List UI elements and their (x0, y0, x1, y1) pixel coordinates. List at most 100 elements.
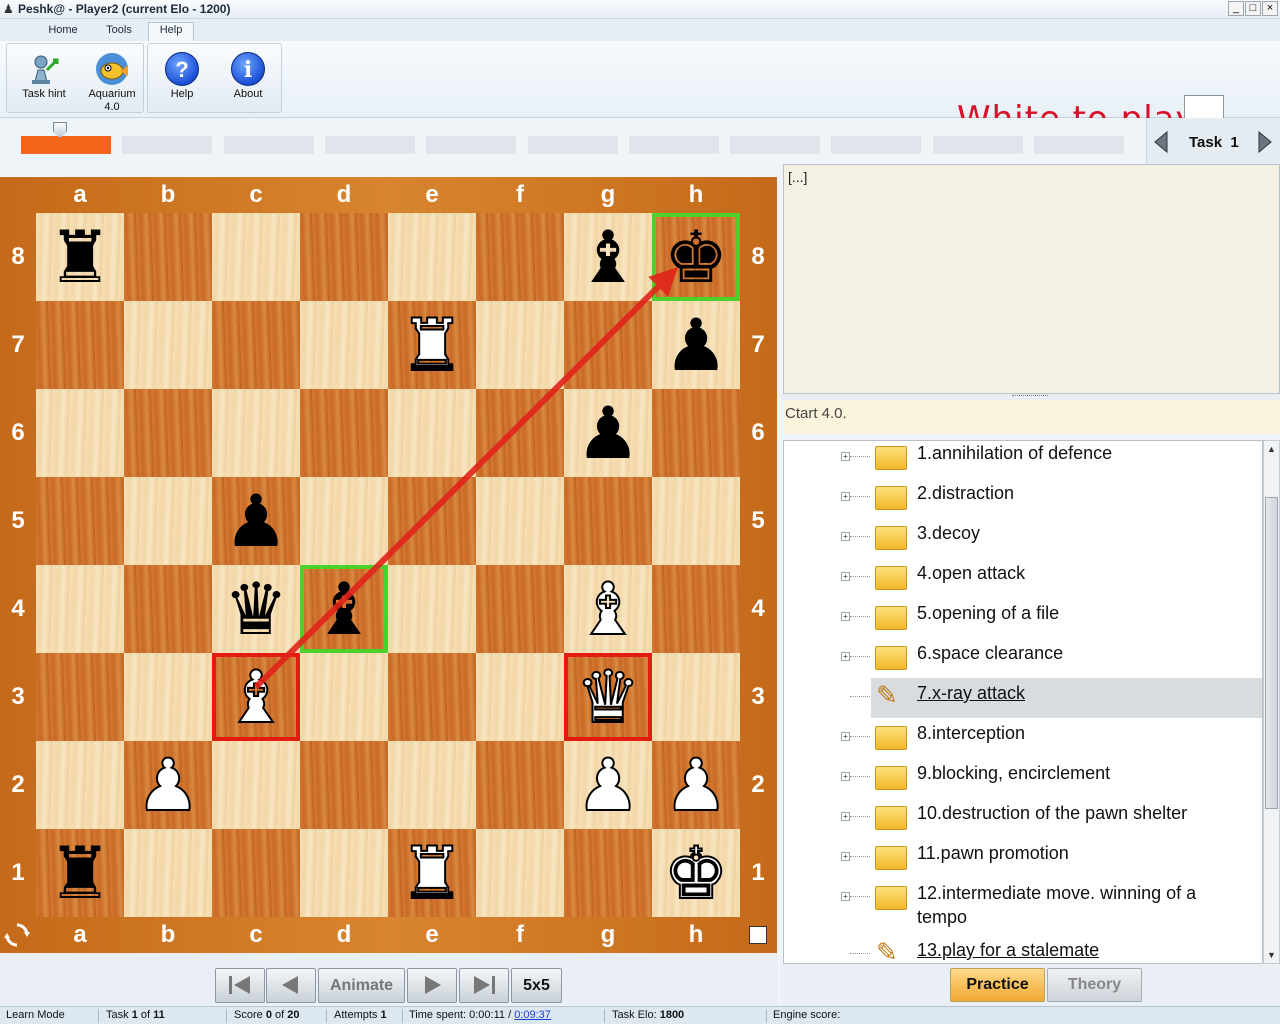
theory-button[interactable]: Theory (1047, 968, 1142, 1002)
tree-item[interactable]: +5.opening of a file (784, 598, 1262, 638)
board-square[interactable] (300, 829, 388, 917)
expand-icon[interactable]: + (841, 812, 850, 821)
white-pawn-icon[interactable]: ♟ (652, 741, 740, 829)
board-square[interactable] (300, 213, 388, 301)
tab-help[interactable]: Help (148, 22, 194, 41)
white-pawn-icon[interactable]: ♟ (564, 741, 652, 829)
board-square[interactable] (212, 741, 300, 829)
status-time-total-link[interactable]: 0:09:37 (514, 1009, 551, 1021)
board-square[interactable] (36, 477, 124, 565)
tree-item[interactable]: +9.blocking, encirclement (784, 758, 1262, 798)
board-square[interactable] (476, 565, 564, 653)
tree-item[interactable]: +10.destruction of the pawn shelter (784, 798, 1262, 838)
board-square[interactable] (212, 301, 300, 389)
black-queen-icon[interactable]: ♛ (212, 565, 300, 653)
board-square[interactable] (564, 477, 652, 565)
white-bishop-icon[interactable]: ♝ (564, 565, 652, 653)
next-move-button[interactable] (407, 968, 457, 1003)
expand-icon[interactable]: + (841, 572, 850, 581)
task-hint-button[interactable]: Task hint (9, 44, 79, 112)
board-square[interactable] (476, 389, 564, 477)
expand-icon[interactable]: + (841, 652, 850, 661)
first-move-button[interactable] (215, 968, 265, 1003)
board-size-button[interactable]: 5x5 (511, 968, 562, 1003)
tree-item[interactable]: +2.distraction (784, 478, 1262, 518)
white-queen-icon[interactable]: ♛ (564, 653, 652, 741)
tree-scrollbar[interactable]: ▲ ▼ (1263, 440, 1280, 964)
board-square[interactable] (388, 477, 476, 565)
scroll-down-icon[interactable]: ▼ (1265, 948, 1278, 962)
next-task-arrow-icon[interactable] (1257, 130, 1273, 154)
aquarium-button[interactable]: Aquarium 4.0 (81, 44, 143, 113)
about-button[interactable]: i About (216, 44, 280, 112)
board-square[interactable] (652, 477, 740, 565)
tree-item[interactable]: +1.annihilation of defence (784, 441, 1262, 478)
scroll-up-icon[interactable]: ▲ (1265, 442, 1278, 456)
tree-item[interactable]: +3.decoy (784, 518, 1262, 558)
tree-item[interactable]: ✎ 7.x-ray attack (784, 678, 1262, 718)
scroll-thumb[interactable] (1265, 497, 1278, 809)
black-pawn-icon[interactable]: ♟ (652, 301, 740, 389)
notes-pane[interactable]: [...] (783, 164, 1280, 394)
tree-item[interactable]: ✎ 13.play for a stalemate (784, 935, 1262, 963)
tab-home[interactable]: Home (38, 24, 88, 41)
board-square[interactable] (476, 741, 564, 829)
tree-item[interactable]: +6.space clearance (784, 638, 1262, 678)
board-square[interactable] (388, 213, 476, 301)
board-square[interactable] (36, 653, 124, 741)
board-square[interactable] (388, 741, 476, 829)
flip-board-icon[interactable] (4, 922, 30, 948)
black-pawn-icon[interactable]: ♟ (564, 389, 652, 477)
board-square[interactable] (36, 301, 124, 389)
black-rook-icon[interactable]: ♜ (36, 213, 124, 301)
board-square[interactable] (300, 477, 388, 565)
board-square[interactable] (476, 213, 564, 301)
board-square[interactable] (388, 389, 476, 477)
black-bishop-icon[interactable]: ♝ (564, 213, 652, 301)
black-pawn-icon[interactable]: ♟ (212, 477, 300, 565)
minimize-button[interactable]: _ (1228, 1, 1244, 16)
white-king-icon[interactable]: ♚ (652, 829, 740, 917)
board-square[interactable] (36, 741, 124, 829)
board-square[interactable] (124, 213, 212, 301)
white-rook-icon[interactable]: ♜ (388, 829, 476, 917)
chess-board[interactable]: ♜ ♝ ♚ ♜ ♟ ♟ ♟ ♛ ♝ ♝ ♝ ♛ ♟ ♟ ♟ ♜ ♜ ♚ (36, 213, 740, 917)
board-square[interactable] (476, 829, 564, 917)
white-bishop-icon[interactable]: ♝ (212, 653, 300, 741)
expand-icon[interactable]: + (841, 492, 850, 501)
board-square[interactable] (300, 389, 388, 477)
board-square[interactable] (476, 301, 564, 389)
board-square[interactable] (36, 565, 124, 653)
board-square[interactable] (652, 653, 740, 741)
practice-button[interactable]: Practice (950, 968, 1045, 1002)
board-square[interactable] (124, 565, 212, 653)
tree-item[interactable]: +8.interception (784, 718, 1262, 758)
board-square[interactable] (124, 829, 212, 917)
tree-item[interactable]: +11.pawn promotion (784, 838, 1262, 878)
prev-task-arrow-icon[interactable] (1153, 130, 1169, 154)
maximize-button[interactable]: □ (1245, 1, 1261, 16)
board-square[interactable] (212, 389, 300, 477)
board-square[interactable] (476, 653, 564, 741)
tree-item[interactable]: +4.open attack (784, 558, 1262, 598)
expand-icon[interactable]: + (841, 532, 850, 541)
board-square[interactable] (124, 389, 212, 477)
board-square[interactable] (476, 477, 564, 565)
board-square[interactable] (124, 653, 212, 741)
prev-move-button[interactable] (266, 968, 316, 1003)
last-move-button[interactable] (459, 968, 509, 1003)
expand-icon[interactable]: + (841, 892, 850, 901)
tab-tools[interactable]: Tools (96, 24, 142, 41)
white-pawn-icon[interactable]: ♟ (124, 741, 212, 829)
close-button[interactable]: × (1262, 1, 1278, 16)
board-square[interactable] (212, 213, 300, 301)
course-tree[interactable]: +1.annihilation of defence +2.distraction… (783, 440, 1263, 964)
expand-icon[interactable]: + (841, 852, 850, 861)
board-square[interactable] (36, 389, 124, 477)
board-square[interactable] (388, 565, 476, 653)
black-bishop-icon[interactable]: ♝ (300, 565, 388, 653)
board-square[interactable] (212, 829, 300, 917)
board-square[interactable] (300, 301, 388, 389)
white-rook-icon[interactable]: ♜ (388, 301, 476, 389)
board-square[interactable] (300, 741, 388, 829)
